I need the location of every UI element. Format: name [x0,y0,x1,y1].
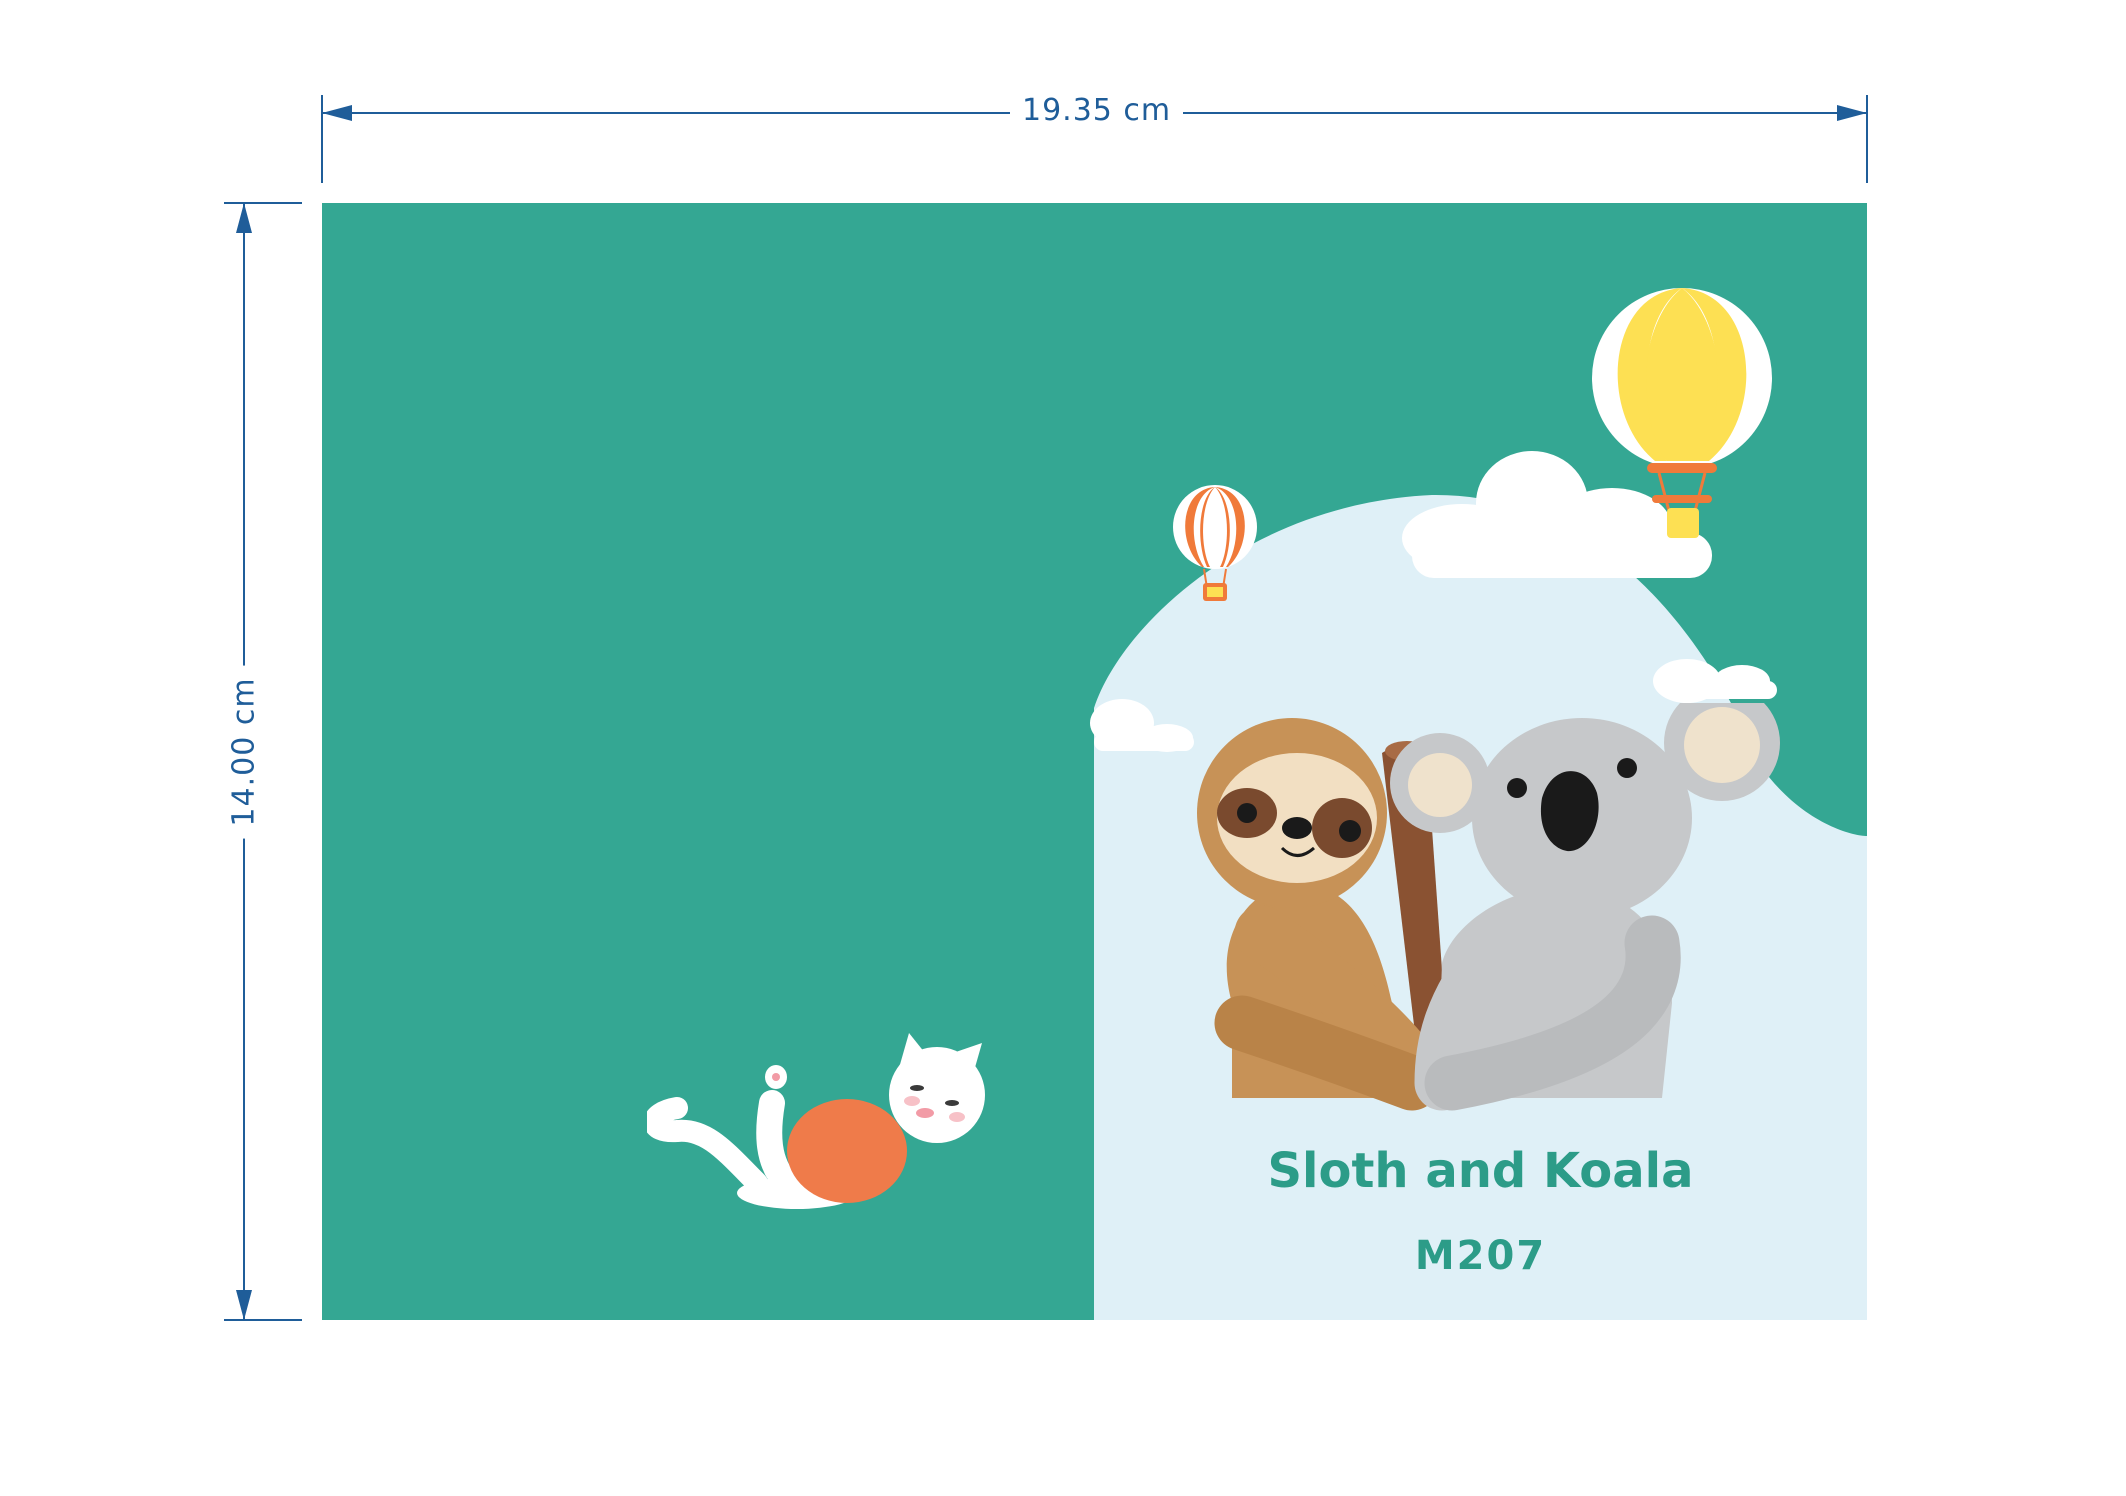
product-title: Sloth and Koala [1267,1143,1694,1199]
sleeping-cat-icon [647,1033,985,1209]
height-dimension-label: 14.00 cm [226,665,262,839]
width-dimension-label: 19.35 cm [1010,93,1184,128]
width-arrow-left [322,105,352,121]
front-cover-panel: Sloth and Koala M207 [1094,203,1867,1320]
width-arrow-right [1837,105,1867,121]
height-arrow-top [236,203,252,233]
height-arrow-bottom [236,1290,252,1320]
book-cover: Sloth and Koala M207 [322,203,1867,1320]
product-code: M207 [1414,1233,1547,1279]
